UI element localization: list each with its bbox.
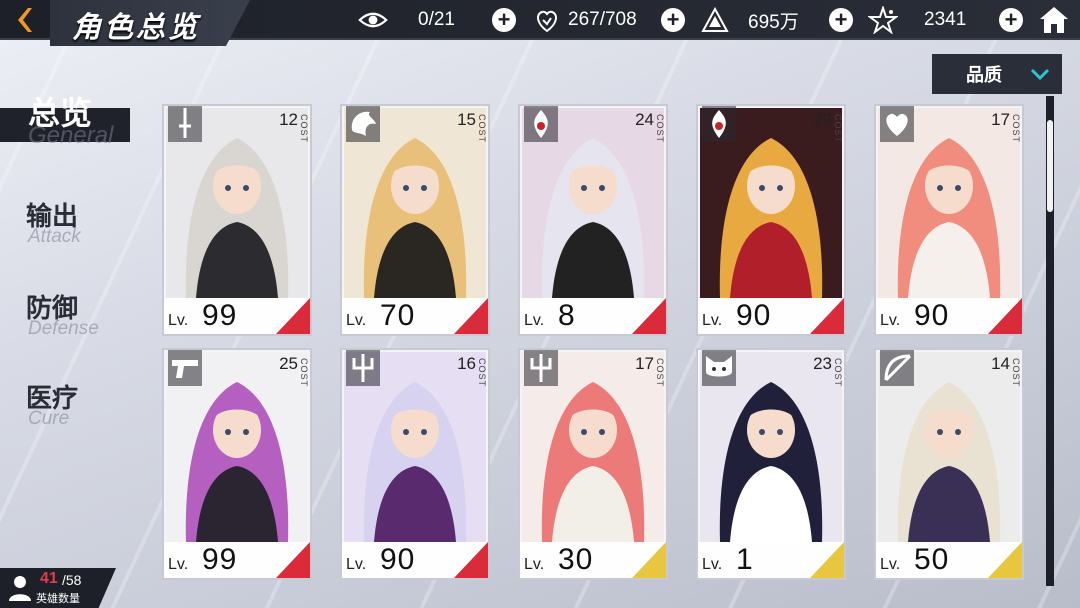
cost-label: COST bbox=[833, 114, 843, 144]
character-cost: 25 bbox=[279, 354, 298, 373]
add-resource-button[interactable]: + bbox=[661, 8, 685, 32]
character-cost: 17 bbox=[991, 110, 1010, 129]
hero-count-max: /58 bbox=[62, 572, 82, 588]
character-card[interactable]: 12 COST Lv. 99 bbox=[162, 104, 312, 336]
level-prefix: Lv. bbox=[524, 556, 545, 573]
sidebar-item-cure[interactable]: 医疗 Cure bbox=[0, 374, 140, 434]
character-card[interactable]: 29 COST Lv. 90 bbox=[696, 104, 846, 336]
character-level: 8 bbox=[558, 299, 576, 332]
character-card[interactable]: 17 COST Lv. 90 bbox=[874, 104, 1024, 336]
trident-icon bbox=[524, 350, 558, 386]
star-crystal-icon bbox=[868, 5, 898, 35]
sidebar-item-sublabel: Attack bbox=[28, 226, 81, 247]
level-prefix: Lv. bbox=[168, 556, 189, 573]
character-level: 90 bbox=[380, 543, 416, 576]
character-card[interactable]: 25 COST Lv. 99 bbox=[162, 348, 312, 580]
cat-mask-icon bbox=[702, 350, 736, 386]
resource-eye: 0/21 bbox=[358, 0, 455, 40]
flame-emblem-icon bbox=[524, 106, 558, 142]
hero-count-current: 41 bbox=[40, 570, 58, 587]
sidebar-item-attack[interactable]: 输出 Attack bbox=[0, 192, 140, 252]
hero-count-label: 英雄数量 bbox=[36, 593, 80, 605]
level-prefix: Lv. bbox=[702, 312, 723, 329]
cost-label: COST bbox=[477, 358, 487, 388]
level-prefix: Lv. bbox=[524, 312, 545, 329]
pistol-icon bbox=[168, 350, 202, 386]
level-prefix: Lv. bbox=[168, 312, 189, 329]
home-button[interactable] bbox=[1038, 4, 1070, 36]
add-resource-button[interactable]: + bbox=[999, 8, 1023, 32]
resource-crystal: 2341 bbox=[868, 0, 966, 40]
sidebar-item-sublabel: Cure bbox=[28, 408, 70, 429]
user-icon bbox=[9, 576, 31, 601]
character-cost: 29 bbox=[813, 110, 832, 129]
sort-dropdown[interactable]: 品质 bbox=[932, 54, 1062, 94]
hero-count-panel: 41 /58 英雄数量 bbox=[0, 568, 116, 608]
level-prefix: Lv. bbox=[880, 556, 901, 573]
dragon-icon bbox=[346, 106, 380, 142]
character-card[interactable]: 16 COST Lv. 90 bbox=[340, 348, 490, 580]
cost-label: COST bbox=[477, 114, 487, 144]
resource-value: 2341 bbox=[924, 9, 967, 30]
scrollbar-thumb[interactable] bbox=[1047, 120, 1053, 212]
sidebar-item-sublabel: General bbox=[28, 122, 114, 149]
eye-icon bbox=[358, 5, 388, 35]
home-icon bbox=[1040, 7, 1068, 33]
page-title: 角色总览 bbox=[72, 12, 201, 44]
character-level: 90 bbox=[914, 299, 950, 332]
character-card[interactable]: 24 COST Lv. 8 bbox=[518, 104, 668, 336]
cost-label: COST bbox=[1011, 358, 1021, 388]
sidebar-item-general[interactable]: 总览 General bbox=[0, 84, 140, 149]
level-prefix: Lv. bbox=[346, 556, 367, 573]
sidebar-item-defense[interactable]: 防御 Defense bbox=[0, 284, 140, 344]
character-card[interactable]: 23 COST Lv. 1 bbox=[696, 348, 846, 580]
bow-icon bbox=[880, 350, 914, 386]
resource-gold: 695万 bbox=[700, 0, 799, 40]
sidebar-item-sublabel: Defense bbox=[28, 318, 99, 339]
flame-emblem-icon bbox=[702, 106, 736, 142]
trident-icon bbox=[346, 350, 380, 386]
resource-stamina: 267/708 bbox=[532, 0, 637, 40]
level-prefix: Lv. bbox=[346, 312, 367, 329]
character-level: 50 bbox=[914, 543, 950, 576]
character-level: 99 bbox=[202, 299, 238, 332]
heart-hand-icon bbox=[532, 5, 562, 35]
cost-label: COST bbox=[655, 358, 665, 388]
back-button[interactable] bbox=[0, 0, 50, 40]
character-level: 30 bbox=[558, 543, 594, 576]
character-card[interactable]: 15 COST Lv. 70 bbox=[340, 104, 490, 336]
add-resource-button[interactable]: + bbox=[829, 8, 853, 32]
triangle-emblem-icon bbox=[700, 5, 730, 35]
cost-label: COST bbox=[655, 114, 665, 144]
resource-value: 0/21 bbox=[418, 9, 455, 30]
character-cost: 24 bbox=[635, 110, 654, 129]
character-cost: 17 bbox=[635, 354, 654, 373]
character-level: 1 bbox=[736, 543, 754, 576]
character-level: 70 bbox=[380, 299, 416, 332]
sword-icon bbox=[168, 106, 202, 142]
character-cost: 12 bbox=[279, 110, 298, 129]
chevron-down-icon bbox=[1030, 68, 1050, 81]
cost-label: COST bbox=[833, 358, 843, 388]
cost-label: COST bbox=[299, 358, 309, 388]
character-cost: 14 bbox=[991, 354, 1010, 373]
cost-label: COST bbox=[1011, 114, 1021, 144]
character-card[interactable]: 14 COST Lv. 50 bbox=[874, 348, 1024, 580]
character-cost: 23 bbox=[813, 354, 832, 373]
heart-crest-icon bbox=[880, 106, 914, 142]
sort-dropdown-label: 品质 bbox=[966, 65, 1002, 85]
resource-value: 267/708 bbox=[568, 9, 637, 30]
character-cost: 15 bbox=[457, 110, 476, 129]
add-resource-button[interactable]: + bbox=[492, 8, 516, 32]
level-prefix: Lv. bbox=[702, 556, 723, 573]
chevron-left-icon bbox=[18, 8, 32, 32]
level-prefix: Lv. bbox=[880, 312, 901, 329]
cost-label: COST bbox=[299, 114, 309, 144]
character-cost: 16 bbox=[457, 354, 476, 373]
character-level: 90 bbox=[736, 299, 772, 332]
character-card[interactable]: 17 COST Lv. 30 bbox=[518, 348, 668, 580]
resource-value: 695万 bbox=[748, 11, 799, 33]
character-level: 99 bbox=[202, 543, 238, 576]
